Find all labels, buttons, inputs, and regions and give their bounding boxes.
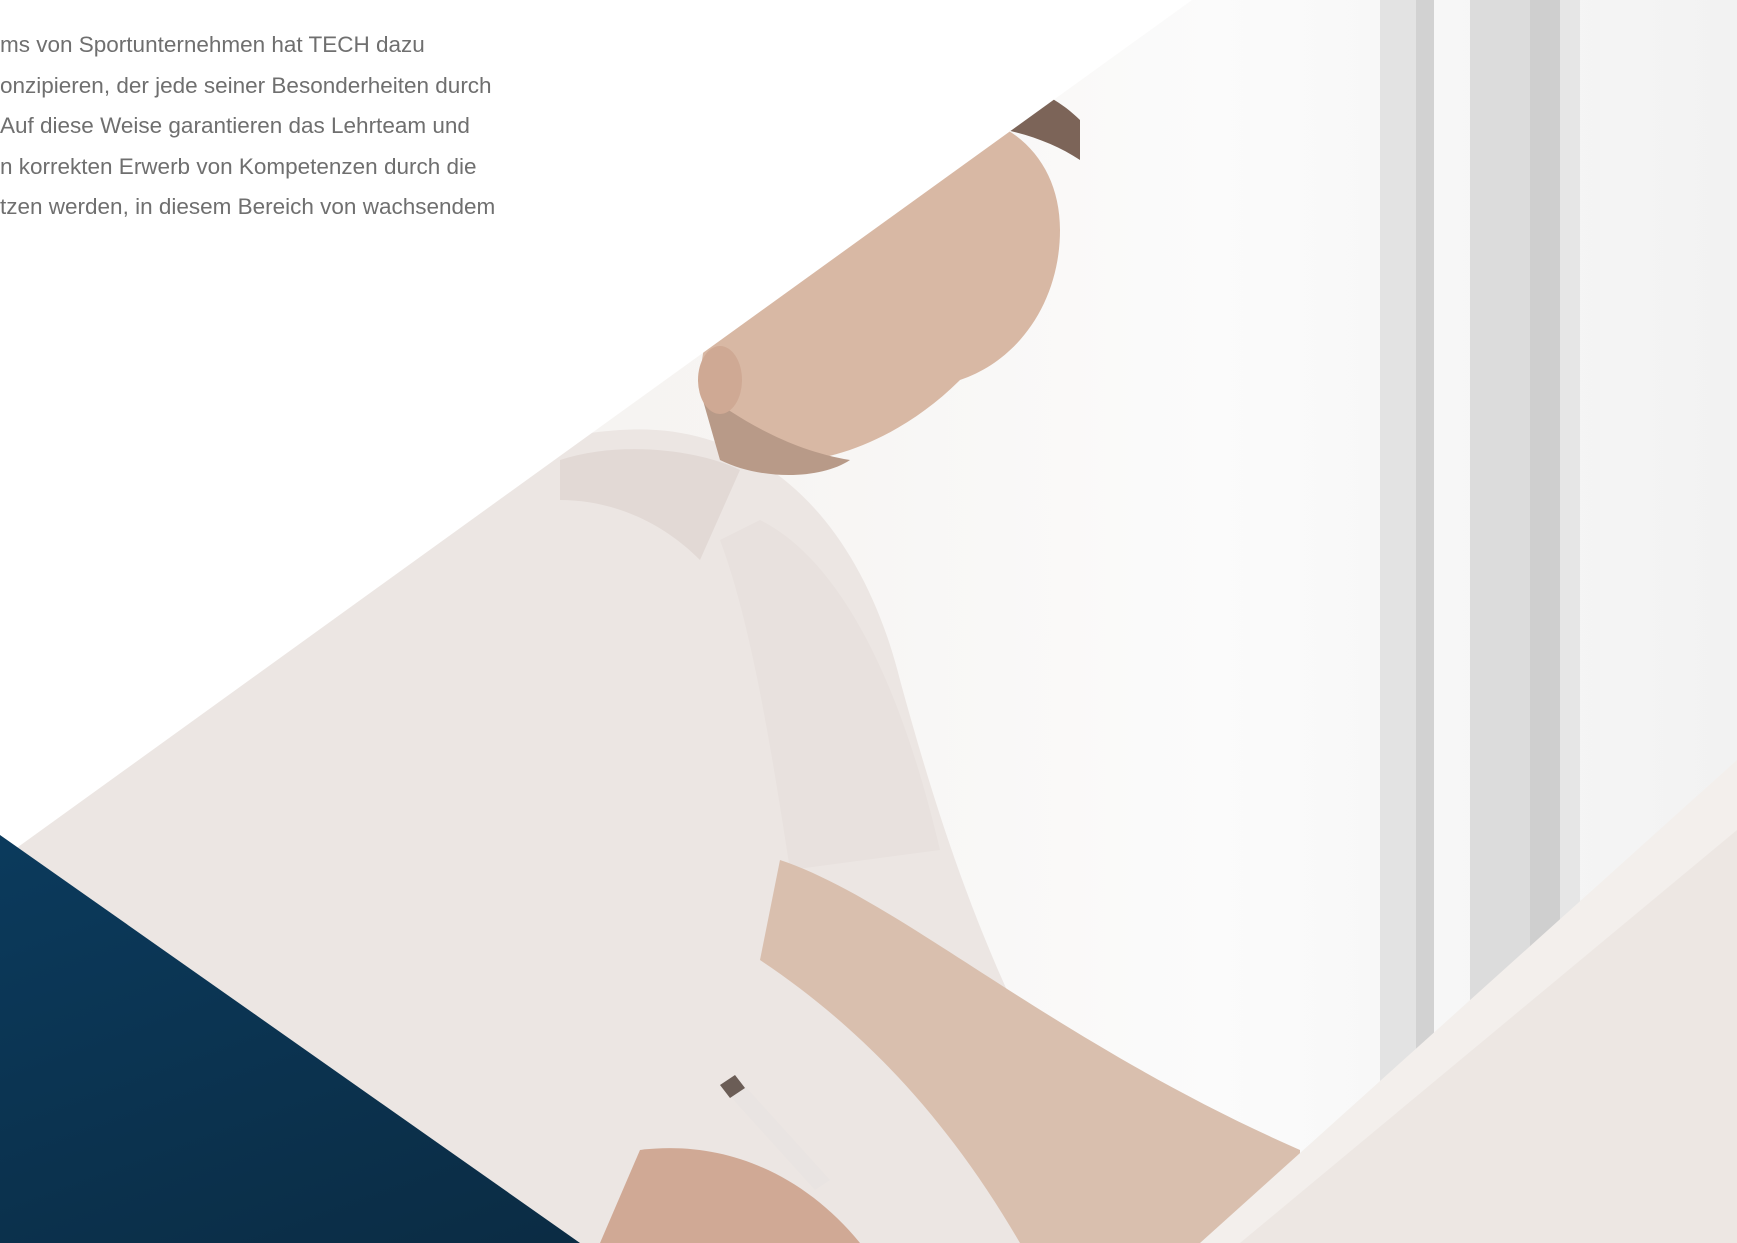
paragraph-line: tzen werden, in diesem Bereich von wachs… bbox=[0, 194, 496, 219]
paragraph-line: ms von Sportunternehmen hat TECH dazu bbox=[0, 32, 425, 57]
paragraph-line: Auf diese Weise garantieren das Lehrteam… bbox=[0, 113, 470, 138]
paragraph-line: n korrekten Erwerb von Kompetenzen durch… bbox=[0, 153, 477, 179]
paragraph-line: onzipieren, der jede seiner Besonderheit… bbox=[0, 72, 492, 98]
intro-paragraph: ms von Sportunternehmen hat TECH dazu on… bbox=[0, 25, 560, 228]
